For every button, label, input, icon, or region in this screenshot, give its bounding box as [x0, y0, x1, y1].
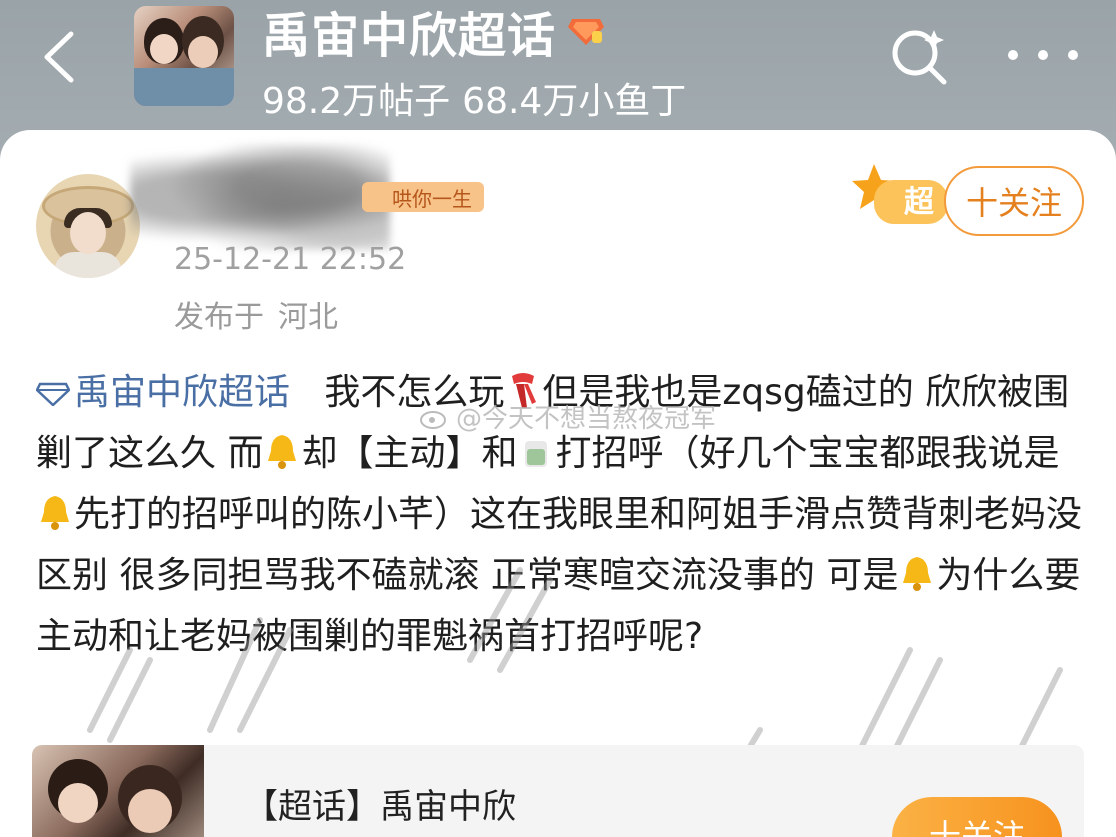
supertopic-follow-button[interactable]: 十关注	[892, 797, 1062, 837]
fan-badge: 哄你一生	[362, 182, 484, 212]
posts-count: 98.2万帖子	[262, 81, 451, 122]
bell-emoji-icon	[903, 557, 932, 591]
back-button[interactable]	[28, 22, 88, 92]
super-badge-label: 超	[904, 185, 935, 220]
supertopic-card[interactable]: 【超话】禹宙中欣 十关注	[32, 745, 1084, 837]
supertopic-card-title: 【超话】禹宙中欣	[244, 787, 516, 827]
author-avatar[interactable]	[36, 174, 140, 278]
chevron-left-icon	[44, 31, 74, 83]
post-card: 哄你一生 25-12-21 22:52 发布于 河北 超 十关注 禹宙中欣超话 …	[0, 130, 1116, 837]
dot-icon	[1068, 50, 1078, 60]
tea-emoji-icon	[525, 441, 548, 467]
supertopic-header: 禹宙中欣超话 98.2万帖子 68.4万小鱼丁	[0, 0, 1116, 135]
search-button[interactable]	[886, 24, 952, 90]
weibo-watermark: @今天不想当熬夜冠军	[420, 398, 716, 435]
weibo-logo-icon	[420, 410, 446, 429]
author-name-redacted	[130, 144, 390, 250]
post-location: 发布于 河北	[174, 300, 338, 335]
fans-count: 68.4万小鱼丁	[462, 81, 687, 122]
supertopic-thumbnail	[32, 745, 204, 837]
bell-emoji-icon	[268, 435, 297, 469]
supertopic-cover-image[interactable]	[134, 6, 234, 106]
bell-emoji-icon	[41, 496, 69, 530]
dot-icon	[1038, 50, 1048, 60]
topic-link[interactable]: 禹宙中欣超话	[36, 372, 290, 413]
follow-button[interactable]: 十关注	[944, 166, 1084, 236]
search-icon	[892, 30, 947, 85]
super-member-badge: 超	[852, 160, 952, 236]
supertopic-title: 禹宙中欣超话	[262, 2, 606, 64]
supertopic-diamond-icon	[36, 382, 70, 406]
supertopic-stats: 98.2万帖子 68.4万小鱼丁	[262, 72, 687, 122]
dot-icon	[1008, 50, 1018, 60]
more-options-button[interactable]	[1008, 38, 1078, 72]
post-time: 25-12-21 22:52	[174, 242, 407, 277]
star-icon: 超	[852, 164, 948, 224]
diamond-level-icon	[568, 19, 605, 45]
